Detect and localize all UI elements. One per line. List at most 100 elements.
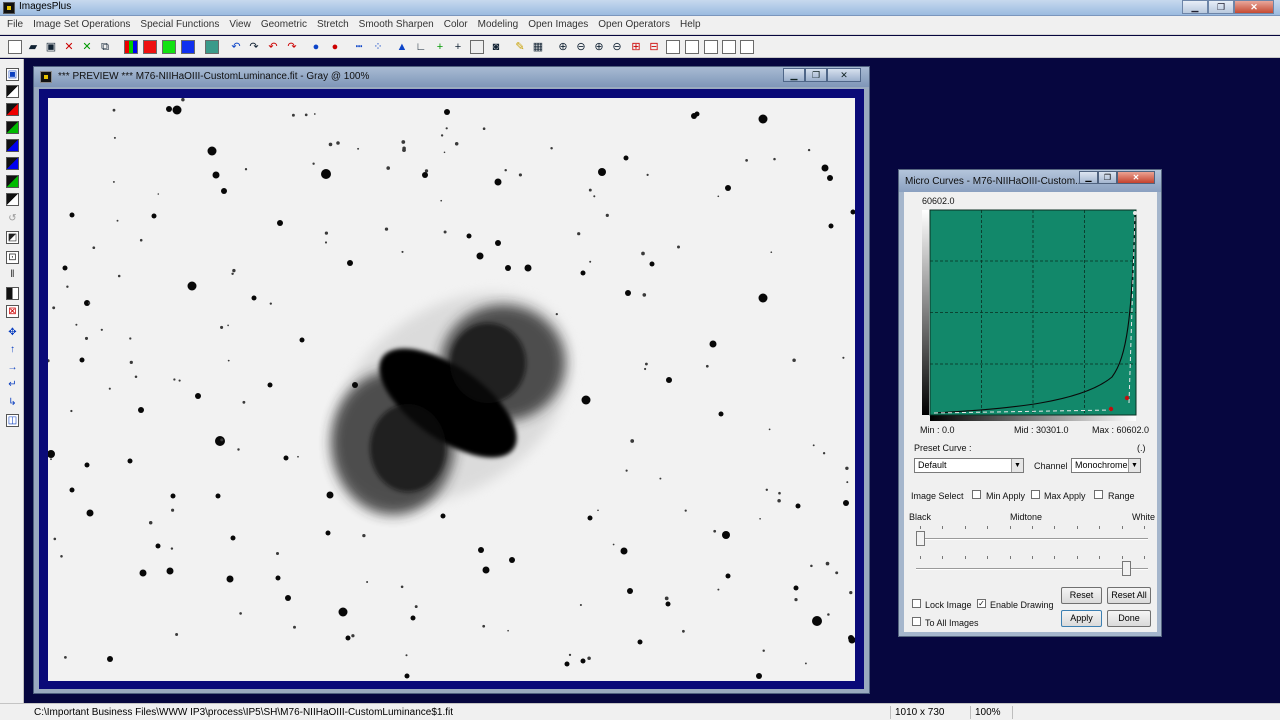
info-icon[interactable]: ◫ [6, 414, 19, 427]
maximize-button[interactable]: ❐ [1208, 0, 1234, 14]
cursor-cross-icon[interactable]: + [451, 40, 465, 54]
split-icon[interactable] [6, 287, 19, 300]
rgb-channel-icon[interactable] [124, 40, 138, 54]
move-icon[interactable]: ✥ [6, 327, 19, 340]
preview-close-button[interactable]: ✕ [827, 68, 861, 82]
rotate-left-icon[interactable]: ↵ [6, 379, 19, 392]
arrow-right-icon[interactable]: → [6, 362, 19, 375]
rotate-icon[interactable]: ↺ [6, 213, 19, 226]
arrow-up-icon[interactable]: ↑ [6, 344, 19, 357]
blue-channel-icon[interactable] [181, 40, 195, 54]
undo-all-icon[interactable]: ↶ [266, 40, 280, 54]
blue-channel2-small-icon[interactable] [6, 157, 19, 170]
curves-minimize-button[interactable]: ▁ [1079, 171, 1098, 184]
menu-file[interactable]: File [2, 16, 28, 34]
preview-minimize-button[interactable]: ▁ [783, 68, 805, 82]
zoom-actual-icon[interactable]: ⊖ [610, 40, 624, 54]
star-field-image[interactable] [48, 98, 855, 681]
menu-special-functions[interactable]: Special Functions [135, 16, 224, 34]
line-icon[interactable]: ┅ [352, 40, 366, 54]
frame4-icon[interactable] [722, 40, 736, 54]
grid-icon[interactable] [205, 40, 219, 54]
menu-view[interactable]: View [224, 16, 256, 34]
minimize-button[interactable]: ▁ [1182, 0, 1208, 14]
new-file-icon[interactable] [8, 40, 22, 54]
copy-icon[interactable]: ⧉ [98, 40, 112, 54]
preview-titlebar[interactable]: *** PREVIEW *** M76-NIIHaOIII-CustomLumi… [34, 67, 869, 87]
levels-icon[interactable]: ‖ [6, 269, 19, 282]
black-channel-icon[interactable] [6, 85, 19, 98]
menu-smooth-sharpen[interactable]: Smooth Sharpen [354, 16, 439, 34]
chevron-down-icon[interactable]: ▼ [1128, 459, 1140, 472]
app-icon[interactable] [3, 2, 15, 14]
menu-geometric[interactable]: Geometric [256, 16, 312, 34]
zoom-in-red-icon[interactable]: ⊞ [629, 40, 643, 54]
axis-icon[interactable]: ∟ [414, 40, 428, 54]
red-channel-icon[interactable] [143, 40, 157, 54]
histogram-icon[interactable]: ▲ [395, 40, 409, 54]
menu-modeling[interactable]: Modeling [473, 16, 524, 34]
red-channel-small-icon[interactable] [6, 103, 19, 116]
menu-color[interactable]: Color [439, 16, 473, 34]
curve-endpoint[interactable] [1133, 211, 1137, 215]
curve-point[interactable] [1108, 406, 1114, 412]
curves-close-button[interactable]: ✕ [1117, 171, 1155, 184]
max-apply-checkbox[interactable] [1031, 490, 1040, 499]
range-checkbox[interactable] [1094, 490, 1103, 499]
slider-thumb[interactable] [916, 531, 925, 546]
zoom-in-icon[interactable]: ⊕ [556, 40, 570, 54]
enable-drawing-checkbox[interactable]: ✓ [977, 599, 986, 608]
brush-icon[interactable]: ◩ [6, 231, 19, 244]
blank-icon[interactable] [470, 40, 484, 54]
preview-maximize-button[interactable]: ❐ [805, 68, 827, 82]
open-folder-icon[interactable]: ▰ [26, 40, 40, 54]
points-icon[interactable]: ⁘ [371, 40, 385, 54]
frame5-icon[interactable] [740, 40, 754, 54]
zoom-out-icon[interactable]: ⊖ [574, 40, 588, 54]
redo-icon[interactable]: ↷ [247, 40, 261, 54]
done-button[interactable]: Done [1107, 610, 1151, 627]
menu-help[interactable]: Help [675, 16, 706, 34]
preset-curve-select[interactable]: Default ▼ [914, 458, 1024, 473]
image-window-icon[interactable] [40, 71, 52, 83]
crop-icon[interactable]: ⊠ [6, 305, 19, 318]
zoom-fit-icon[interactable]: ⊕ [592, 40, 606, 54]
chevron-down-icon[interactable]: ▼ [1011, 459, 1023, 472]
reset-all-button[interactable]: Reset All [1107, 587, 1151, 604]
green-channel-icon[interactable] [162, 40, 176, 54]
menu-image-set-operations[interactable]: Image Set Operations [28, 16, 135, 34]
rotate-right-icon[interactable]: ↳ [6, 397, 19, 410]
mask-icon[interactable]: ● [309, 40, 323, 54]
select-icon[interactable]: ⊡ [6, 251, 19, 264]
blue-channel-small-icon[interactable] [6, 139, 19, 152]
curves-titlebar[interactable]: Micro Curves - M76-NIIHaOIII-Custom... ▁… [899, 170, 1161, 192]
black-point-slider[interactable] [916, 524, 1148, 546]
lock-image-checkbox[interactable] [912, 599, 921, 608]
reset-button[interactable]: Reset [1061, 587, 1102, 604]
camera-icon[interactable]: ◙ [489, 40, 503, 54]
menu-stretch[interactable]: Stretch [312, 16, 354, 34]
table-icon[interactable]: ▦ [531, 40, 545, 54]
menu-open-images[interactable]: Open Images [523, 16, 593, 34]
channel-select[interactable]: Monochrome ▼ [1071, 458, 1141, 473]
close-button[interactable]: ✕ [1234, 0, 1274, 14]
to-all-images-checkbox[interactable] [912, 617, 921, 626]
save-small-icon[interactable]: ▣ [6, 68, 19, 81]
curve-editor[interactable] [922, 207, 1142, 422]
frame-icon[interactable] [666, 40, 680, 54]
curves-maximize-button[interactable]: ❐ [1098, 171, 1117, 184]
green-channel-small-icon[interactable] [6, 121, 19, 134]
crosshair-icon[interactable]: + [433, 40, 447, 54]
min-apply-checkbox[interactable] [972, 490, 981, 499]
menu-open-operators[interactable]: Open Operators [593, 16, 675, 34]
close-all-icon[interactable]: ✕ [80, 40, 94, 54]
redo-all-icon[interactable]: ↷ [285, 40, 299, 54]
slider-thumb[interactable] [1122, 561, 1131, 576]
luminance-small-icon[interactable] [6, 193, 19, 206]
frame2-icon[interactable] [685, 40, 699, 54]
cyan-channel-small-icon[interactable] [6, 175, 19, 188]
apply-button[interactable]: Apply [1061, 610, 1102, 627]
curve-point[interactable] [1124, 395, 1130, 401]
pencil-icon[interactable]: ✎ [513, 40, 527, 54]
white-point-slider[interactable] [916, 554, 1148, 576]
